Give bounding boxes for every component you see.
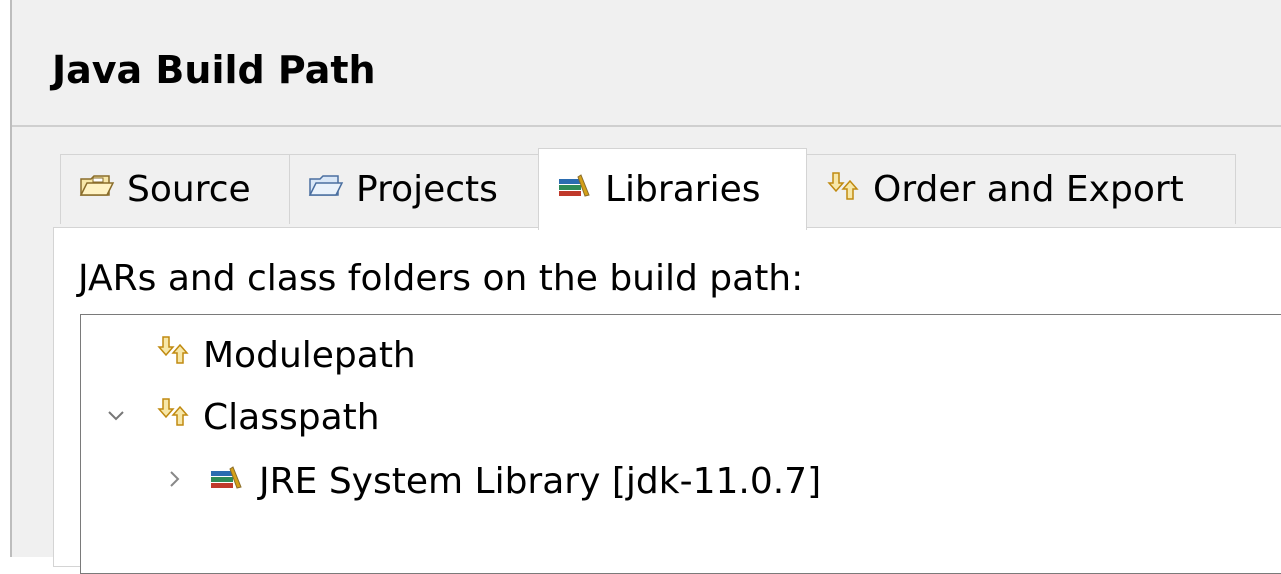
tab-libraries[interactable]: Libraries — [538, 148, 807, 230]
tab-libraries-label: Libraries — [605, 169, 761, 210]
build-path-description: JARs and class folders on the build path… — [78, 258, 804, 299]
tab-projects-label: Projects — [356, 169, 498, 210]
library-icon — [209, 461, 245, 502]
chevron-right-icon[interactable] — [163, 467, 193, 497]
tree-item-jre-system-library[interactable]: JRE System Library [jdk-11.0.7] — [163, 461, 821, 502]
tab-source[interactable]: Source — [60, 154, 290, 224]
tab-order-and-export[interactable]: Order and Export — [806, 154, 1236, 224]
path-arrows-icon — [155, 335, 191, 376]
projects-folder-icon — [308, 169, 344, 210]
tab-order-and-export-label: Order and Export — [873, 169, 1184, 210]
order-export-icon — [825, 169, 861, 210]
tree-item-label: Modulepath — [203, 335, 416, 376]
page-title: Java Build Path — [52, 48, 376, 92]
tree-item-label: Classpath — [203, 397, 380, 438]
tree-item-classpath[interactable]: Classpath — [105, 397, 380, 438]
tree-item-modulepath[interactable]: Modulepath — [155, 335, 416, 376]
library-icon — [557, 169, 593, 210]
chevron-down-icon[interactable] — [105, 403, 135, 433]
tab-projects[interactable]: Projects — [289, 154, 539, 224]
page-header: Java Build Path — [12, 0, 1281, 127]
tree-item-label: JRE System Library [jdk-11.0.7] — [259, 461, 822, 502]
path-arrows-icon — [155, 397, 191, 438]
source-folder-icon — [79, 169, 115, 210]
tab-source-label: Source — [127, 169, 251, 210]
build-path-tree[interactable]: Modulepath Classpath JRE System Library … — [80, 314, 1281, 574]
